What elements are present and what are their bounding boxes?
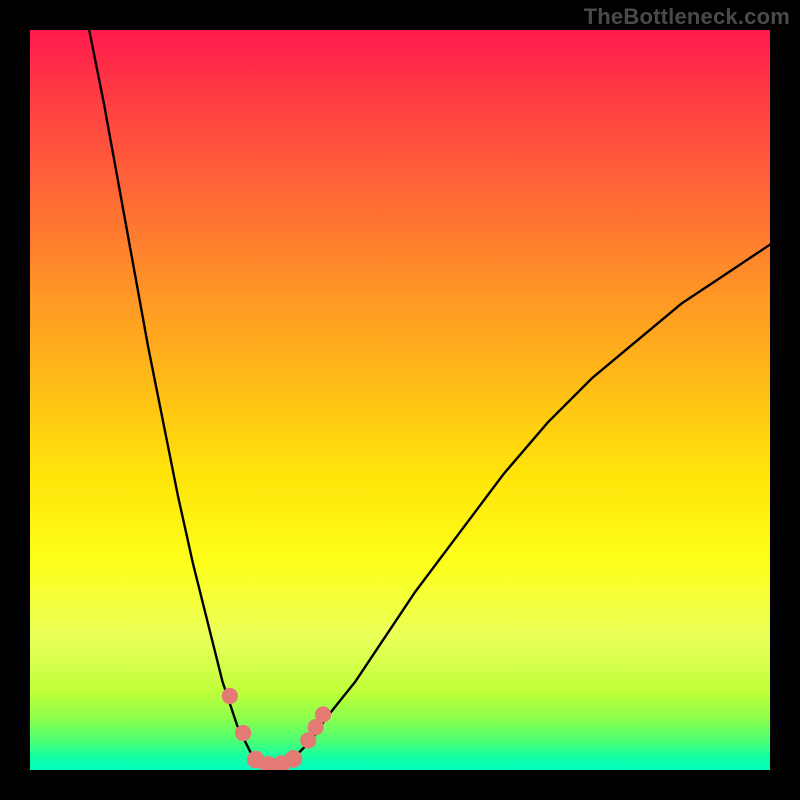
chart-svg: [30, 30, 770, 770]
chart-frame: TheBottleneck.com: [0, 0, 800, 800]
series-lines: [89, 30, 770, 766]
series-markers: [222, 688, 332, 770]
series-right-branch: [296, 245, 770, 756]
marker-point: [222, 688, 238, 704]
watermark-label: TheBottleneck.com: [584, 4, 790, 30]
marker-point: [285, 750, 303, 768]
series-left-branch: [89, 30, 252, 755]
marker-point: [315, 706, 331, 722]
marker-point: [235, 725, 251, 741]
plot-area: [30, 30, 770, 770]
